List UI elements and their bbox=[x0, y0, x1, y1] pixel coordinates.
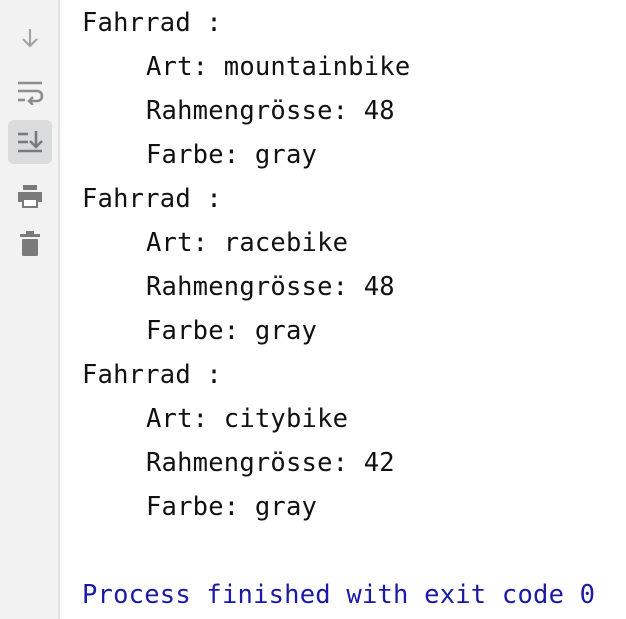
console-line: Rahmengrösse: 48 bbox=[146, 96, 395, 126]
scroll-down-button[interactable] bbox=[8, 16, 52, 60]
soft-wrap-icon bbox=[18, 81, 44, 105]
scroll-to-end-icon bbox=[18, 131, 43, 153]
soft-wrap-button[interactable] bbox=[8, 70, 52, 114]
trash-icon bbox=[20, 231, 40, 256]
console-line: Rahmengrösse: 42 bbox=[146, 448, 395, 478]
print-button[interactable] bbox=[8, 174, 52, 218]
console-line: Rahmengrösse: 48 bbox=[146, 272, 395, 302]
arrow-down-icon bbox=[22, 29, 38, 48]
console-line: Art: citybike bbox=[146, 404, 349, 434]
clear-all-button[interactable] bbox=[8, 222, 52, 266]
console-line: Fahrrad : bbox=[82, 184, 222, 214]
console-line: Farbe: gray bbox=[146, 316, 318, 346]
console-output[interactable]: Fahrrad : Art: mountainbike Rahmengrösse… bbox=[60, 0, 626, 619]
print-icon bbox=[18, 185, 42, 208]
scroll-to-end-button[interactable] bbox=[8, 120, 52, 164]
console-line: Fahrrad : bbox=[82, 360, 222, 390]
console-line: Fahrrad : bbox=[82, 8, 222, 38]
run-console-window: Fahrrad : Art: mountainbike Rahmengrösse… bbox=[0, 0, 626, 619]
console-line: Farbe: gray bbox=[146, 492, 318, 522]
console-line: Art: mountainbike bbox=[146, 52, 411, 82]
console-toolbar bbox=[0, 0, 60, 619]
process-finished-message: Process finished with exit code 0 bbox=[82, 580, 596, 610]
console-line: Art: racebike bbox=[146, 228, 349, 258]
console-line: Farbe: gray bbox=[146, 140, 318, 170]
